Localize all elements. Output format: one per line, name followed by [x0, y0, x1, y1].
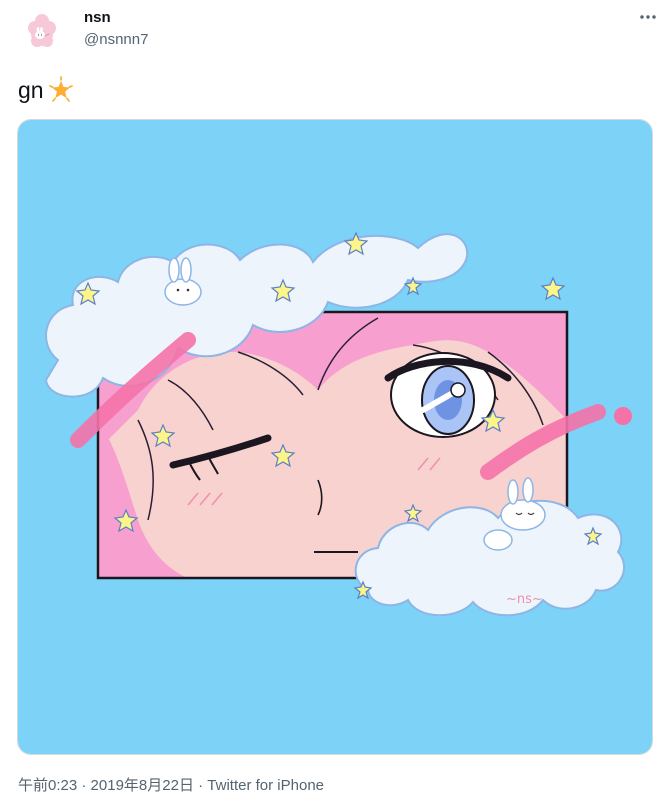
meta-separator: · — [77, 777, 91, 794]
username[interactable]: @nsnnn7 — [84, 30, 148, 50]
anime-illustration: ~ns~ — [18, 120, 652, 754]
pink-cloud-bunny-avatar-icon — [18, 6, 66, 54]
tweet-source-link[interactable]: Twitter for iPhone — [207, 777, 324, 794]
display-name[interactable]: nsn — [84, 8, 148, 28]
glowing-star-emoji-icon — [48, 76, 73, 102]
tweet-card: nsn @nsnnn7 gn ~ns~ 午前0:23 · 2019年8月22日 … — [0, 0, 671, 802]
meta-separator: · — [193, 777, 208, 794]
more-button[interactable] — [637, 6, 659, 28]
more-horizontal-icon — [640, 15, 656, 19]
tweet-date-link[interactable]: 2019年8月22日 — [91, 777, 194, 794]
signature: ~ns~ — [506, 592, 543, 607]
avatar[interactable] — [18, 6, 66, 54]
tweet-header: nsn @nsnnn7 — [18, 6, 659, 54]
tweet-meta: 午前0:23 · 2019年8月22日 · Twitter for iPhone — [18, 776, 324, 796]
tweet-text-content: gn — [18, 77, 44, 103]
user-info: nsn @nsnnn7 — [84, 8, 148, 50]
tweet-time-link[interactable]: 午前0:23 — [18, 777, 77, 794]
tweet-image[interactable]: ~ns~ — [17, 119, 653, 755]
tweet-text: gn — [18, 74, 75, 106]
